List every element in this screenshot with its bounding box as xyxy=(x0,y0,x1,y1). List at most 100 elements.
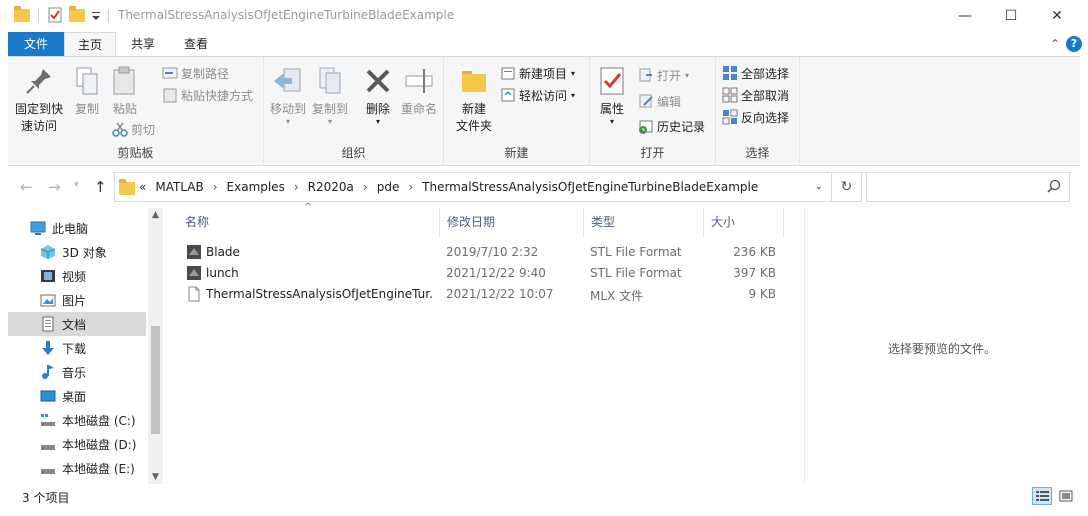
column-header-size[interactable]: 大小 xyxy=(704,208,784,238)
easy-access-label: 轻松访问 xyxy=(519,88,568,103)
copy-path-button[interactable]: 复制路径 xyxy=(162,63,229,83)
tab-share[interactable]: 共享 xyxy=(118,32,168,56)
rename-button[interactable]: 重命名 xyxy=(398,65,440,118)
up-arrow-icon[interactable]: ↑ xyxy=(94,178,107,196)
ribbon: 固定到快 速访问 复制 粘贴 复制路径 粘贴快捷方式 剪切 剪贴板 移动到 ▾ … xyxy=(8,56,1080,166)
pictures-icon xyxy=(40,292,56,308)
copy-to-button[interactable]: 复制到 ▾ xyxy=(310,65,350,126)
scrollbar-thumb[interactable] xyxy=(151,326,160,434)
back-arrow-icon[interactable]: ← xyxy=(20,178,33,196)
breadcrumb-separator[interactable]: › xyxy=(294,180,299,194)
column-header-type[interactable]: 类型 xyxy=(584,208,704,238)
file-date: 2021/12/22 9:40 xyxy=(446,266,546,280)
nav-3d-objects[interactable]: 3D 对象 xyxy=(8,240,146,264)
help-icon[interactable]: ? xyxy=(1066,36,1082,52)
minimize-button[interactable]: — xyxy=(942,0,988,32)
tab-file[interactable]: 文件 xyxy=(8,32,64,56)
address-history-chevron-icon[interactable]: ⌄ xyxy=(815,181,823,192)
nav-pictures[interactable]: 图片 xyxy=(8,288,146,312)
open-button[interactable]: 打开 ▾ xyxy=(638,65,689,85)
file-row[interactable]: ThermalStressAnalysisOfJetEngineTur... 2… xyxy=(178,284,798,305)
paste-shortcut-button[interactable]: 粘贴快捷方式 xyxy=(162,85,253,105)
invert-selection-button[interactable]: 反向选择 xyxy=(722,107,789,127)
search-input[interactable] xyxy=(866,172,1070,202)
breadcrumb-overflow[interactable]: « xyxy=(139,180,146,194)
nav-drive-d[interactable]: 本地磁盘 (D:) xyxy=(8,432,146,456)
new-item-label: 新建项目 xyxy=(519,66,568,81)
collapse-ribbon-icon[interactable]: ⌃ xyxy=(1050,37,1060,51)
nav-this-pc[interactable]: 此电脑 xyxy=(8,216,146,240)
nav-downloads[interactable]: 下载 xyxy=(8,336,146,360)
recent-locations-chevron-icon[interactable]: ▾ xyxy=(74,180,79,190)
nav-music[interactable]: 音乐 xyxy=(8,360,146,384)
nav-label: 本地磁盘 (E:) xyxy=(62,461,135,476)
properties-button[interactable]: 属性 ▾ xyxy=(594,65,630,126)
breadcrumb-pde[interactable]: pde xyxy=(377,180,400,194)
nav-label: 文档 xyxy=(62,317,87,332)
file-row[interactable]: Blade 2019/7/10 2:32 STL File Format 236… xyxy=(178,242,798,263)
tab-home[interactable]: 主页 xyxy=(64,32,116,57)
file-date: 2021/12/22 10:07 xyxy=(446,287,554,301)
title-bar: ThermalStressAnalysisOfJetEngineTurbineB… xyxy=(0,0,1088,32)
copy-button[interactable]: 复制 xyxy=(70,65,104,118)
clipboard-group-label: 剪贴板 xyxy=(117,146,154,160)
nav-drive-e[interactable]: 本地磁盘 (E:) xyxy=(8,456,146,480)
nav-documents[interactable]: 文档 xyxy=(8,312,146,336)
new-folder-icon[interactable] xyxy=(69,6,85,23)
address-bar[interactable]: « MATLAB › Examples › R2020a › pde › The… xyxy=(114,172,832,202)
select-all-button[interactable]: 全部选择 xyxy=(722,63,789,83)
customize-toolbar-chevron-icon[interactable] xyxy=(91,7,101,23)
document-file-icon xyxy=(186,286,202,302)
paste-button[interactable]: 粘贴 xyxy=(108,65,142,118)
breadcrumb-separator[interactable]: › xyxy=(213,180,218,194)
breadcrumb-current-folder[interactable]: ThermalStressAnalysisOfJetEngineTurbineB… xyxy=(422,180,758,194)
easy-access-button[interactable]: 轻松访问 ▾ xyxy=(500,85,575,105)
divider xyxy=(38,8,39,22)
column-header-date[interactable]: 修改日期 xyxy=(440,208,584,238)
details-view-button[interactable] xyxy=(1032,487,1052,505)
scissors-icon xyxy=(112,121,128,137)
stl-file-icon xyxy=(186,265,202,281)
column-header-name[interactable]: 名称 xyxy=(178,208,440,238)
breadcrumb-r2020a[interactable]: R2020a xyxy=(308,180,354,194)
refresh-icon[interactable]: ↻ xyxy=(832,172,862,202)
breadcrumb-separator[interactable]: › xyxy=(363,180,368,194)
quick-access-toolbar xyxy=(14,6,107,23)
nav-scrollbar[interactable]: ▲ ▼ xyxy=(148,208,163,484)
search-icon xyxy=(1047,179,1061,196)
file-size: 397 KB xyxy=(733,266,776,280)
forward-arrow-icon[interactable]: → xyxy=(48,178,61,196)
properties-check-icon[interactable] xyxy=(47,7,63,23)
file-row[interactable]: lunch 2021/12/22 9:40 STL File Format 39… xyxy=(178,263,798,284)
breadcrumb-matlab[interactable]: MATLAB xyxy=(155,180,203,194)
large-icons-view-button[interactable] xyxy=(1056,487,1076,505)
breadcrumb-separator[interactable]: › xyxy=(408,180,413,194)
select-group: 全部选择 全部取消 反向选择 选择 xyxy=(716,57,800,165)
scroll-down-chevron-icon[interactable]: ▼ xyxy=(148,472,163,482)
delete-button[interactable]: 删除 ▾ xyxy=(360,65,396,126)
tab-view[interactable]: 查看 xyxy=(170,32,222,56)
select-none-button[interactable]: 全部取消 xyxy=(722,85,789,105)
history-button[interactable]: 历史记录 xyxy=(638,116,705,136)
open-group-label: 打开 xyxy=(640,146,665,160)
preview-pane-divider[interactable] xyxy=(804,208,805,484)
breadcrumb-examples[interactable]: Examples xyxy=(227,180,285,194)
move-to-button[interactable]: 移动到 ▾ xyxy=(268,65,308,126)
nav-drive-c[interactable]: 本地磁盘 (C:) xyxy=(8,408,146,432)
navigation-row: ← → ▾ ↑ « MATLAB › Examples › R2020a › p… xyxy=(8,168,1080,206)
clipboard-group: 固定到快 速访问 复制 粘贴 复制路径 粘贴快捷方式 剪切 剪贴板 xyxy=(8,57,264,165)
new-folder-button[interactable]: 新建 文件夹 xyxy=(452,65,496,135)
edit-button[interactable]: 编辑 xyxy=(638,91,681,111)
nav-desktop[interactable]: 桌面 xyxy=(8,384,146,408)
maximize-button[interactable]: ☐ xyxy=(988,0,1034,32)
cut-button[interactable]: 剪切 xyxy=(112,119,155,139)
pin-quick-access-button[interactable]: 固定到快 速访问 xyxy=(14,65,64,135)
new-item-button[interactable]: 新建项目 ▾ xyxy=(500,63,575,83)
delete-chevron-icon: ▾ xyxy=(375,117,380,126)
desktop-icon xyxy=(40,388,56,404)
file-name: lunch xyxy=(206,266,239,280)
close-button[interactable]: ✕ xyxy=(1034,0,1080,32)
scroll-up-chevron-icon[interactable]: ▲ xyxy=(148,210,163,220)
nav-videos[interactable]: 视频 xyxy=(8,264,146,288)
edit-icon xyxy=(638,93,654,109)
